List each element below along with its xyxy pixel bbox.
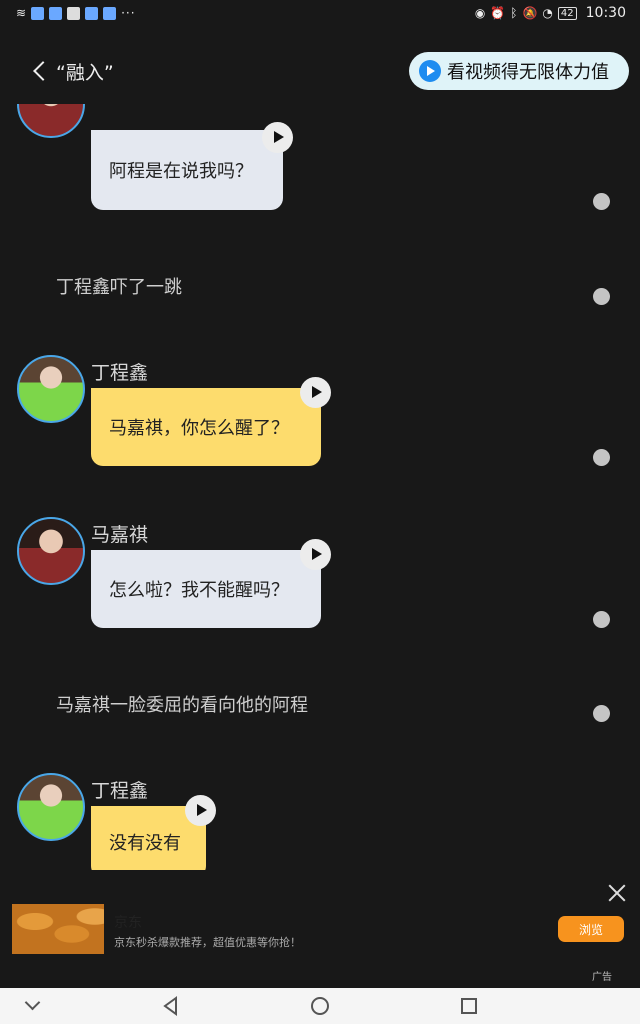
page-title: “融入” [56, 61, 114, 84]
ad-banner[interactable]: 京东 京东秒杀爆款推荐，超值优惠等你抢！ 浏览 广告 [0, 870, 640, 988]
narration-text: 马嘉祺一脸委屈的看向他的阿程 [56, 695, 308, 716]
ad-title: 京东 [114, 915, 142, 931]
triangle-back-icon [163, 996, 177, 1016]
speaker-name: 丁程鑫 [91, 362, 149, 384]
header: “融入” 看视频得无限体力值 [0, 40, 640, 102]
message-text: 没有没有 [109, 833, 181, 854]
play-voice-button[interactable] [185, 795, 216, 826]
speed-icon: ◔ [542, 6, 553, 20]
wifi-icon: ≋ [16, 6, 27, 20]
bluetooth-icon: ᛒ [510, 6, 518, 20]
watch-video-promo-button[interactable]: 看视频得无限体力值 [409, 52, 629, 90]
message-option-dot[interactable] [593, 449, 610, 466]
back-chevron-icon [33, 61, 53, 81]
notification-icon [85, 6, 99, 20]
ad-mark: 广告 [592, 972, 612, 983]
nav-back-button[interactable] [160, 995, 182, 1017]
notification-icon [103, 6, 117, 20]
play-voice-button[interactable] [300, 539, 331, 570]
avatar[interactable] [17, 355, 85, 423]
message-text: 阿程是在说我吗？ [109, 161, 253, 182]
status-left: ≋ ··· [16, 6, 136, 20]
ad-browse-button[interactable]: 浏览 [558, 916, 624, 942]
status-bar: ≋ ··· ◉ ⏰ ᛒ 🔕 ◔ 42 10:30 [0, 0, 640, 26]
message-text: 马嘉祺，你怎么醒了？ [109, 418, 289, 439]
message-bubble: 马嘉祺，你怎么醒了？ [91, 388, 321, 466]
square-recent-icon [461, 998, 477, 1014]
message-bubble: 阿程是在说我吗？ [91, 130, 283, 210]
nav-recent-button[interactable] [458, 995, 480, 1017]
eye-icon: ◉ [474, 6, 486, 20]
chat-area[interactable]: 阿程是在说我吗？ 丁程鑫吓了一跳 丁程鑫 马嘉祺，你怎么醒了？ 马嘉祺 怎么啦？… [0, 104, 640, 870]
play-voice-button[interactable] [262, 122, 293, 153]
message-option-dot[interactable] [593, 288, 610, 305]
speaker-name: 马嘉祺 [91, 524, 149, 546]
more-notifications-icon: ··· [121, 6, 136, 20]
status-right: ◉ ⏰ ᛒ 🔕 ◔ 42 10:30 [475, 5, 626, 21]
narration-text: 丁程鑫吓了一跳 [56, 277, 182, 298]
message-text: 怎么啦？我不能醒吗？ [109, 580, 289, 601]
ad-description: 京东秒杀爆款推荐，超值优惠等你抢！ [114, 936, 301, 949]
speaker-name: 丁程鑫 [91, 780, 149, 802]
shield-icon [67, 6, 81, 20]
play-icon [419, 60, 441, 82]
ad-image[interactable] [12, 904, 104, 954]
message-bubble: 怎么啦？我不能醒吗？ [91, 550, 321, 628]
circle-home-icon [311, 997, 329, 1015]
clock: 10:30 [585, 5, 626, 21]
promo-label: 看视频得无限体力值 [447, 62, 609, 83]
hide-keyboard-chevron-icon[interactable] [22, 995, 44, 1017]
back-button[interactable]: “融入” [30, 54, 114, 88]
message-option-dot[interactable] [593, 611, 610, 628]
nav-home-button[interactable] [309, 995, 331, 1017]
message-option-dot[interactable] [593, 705, 610, 722]
close-icon[interactable] [606, 882, 628, 904]
notification-icon [49, 6, 63, 20]
alarm-icon: ⏰ [490, 6, 506, 20]
battery-icon: 42 [557, 6, 577, 20]
system-nav-bar [0, 988, 640, 1024]
avatar[interactable] [17, 104, 85, 138]
play-voice-button[interactable] [300, 377, 331, 408]
message-option-dot[interactable] [593, 193, 610, 210]
avatar[interactable] [17, 517, 85, 585]
avatar[interactable] [17, 773, 85, 841]
mute-icon: 🔕 [522, 6, 538, 20]
notification-icon [31, 6, 45, 20]
